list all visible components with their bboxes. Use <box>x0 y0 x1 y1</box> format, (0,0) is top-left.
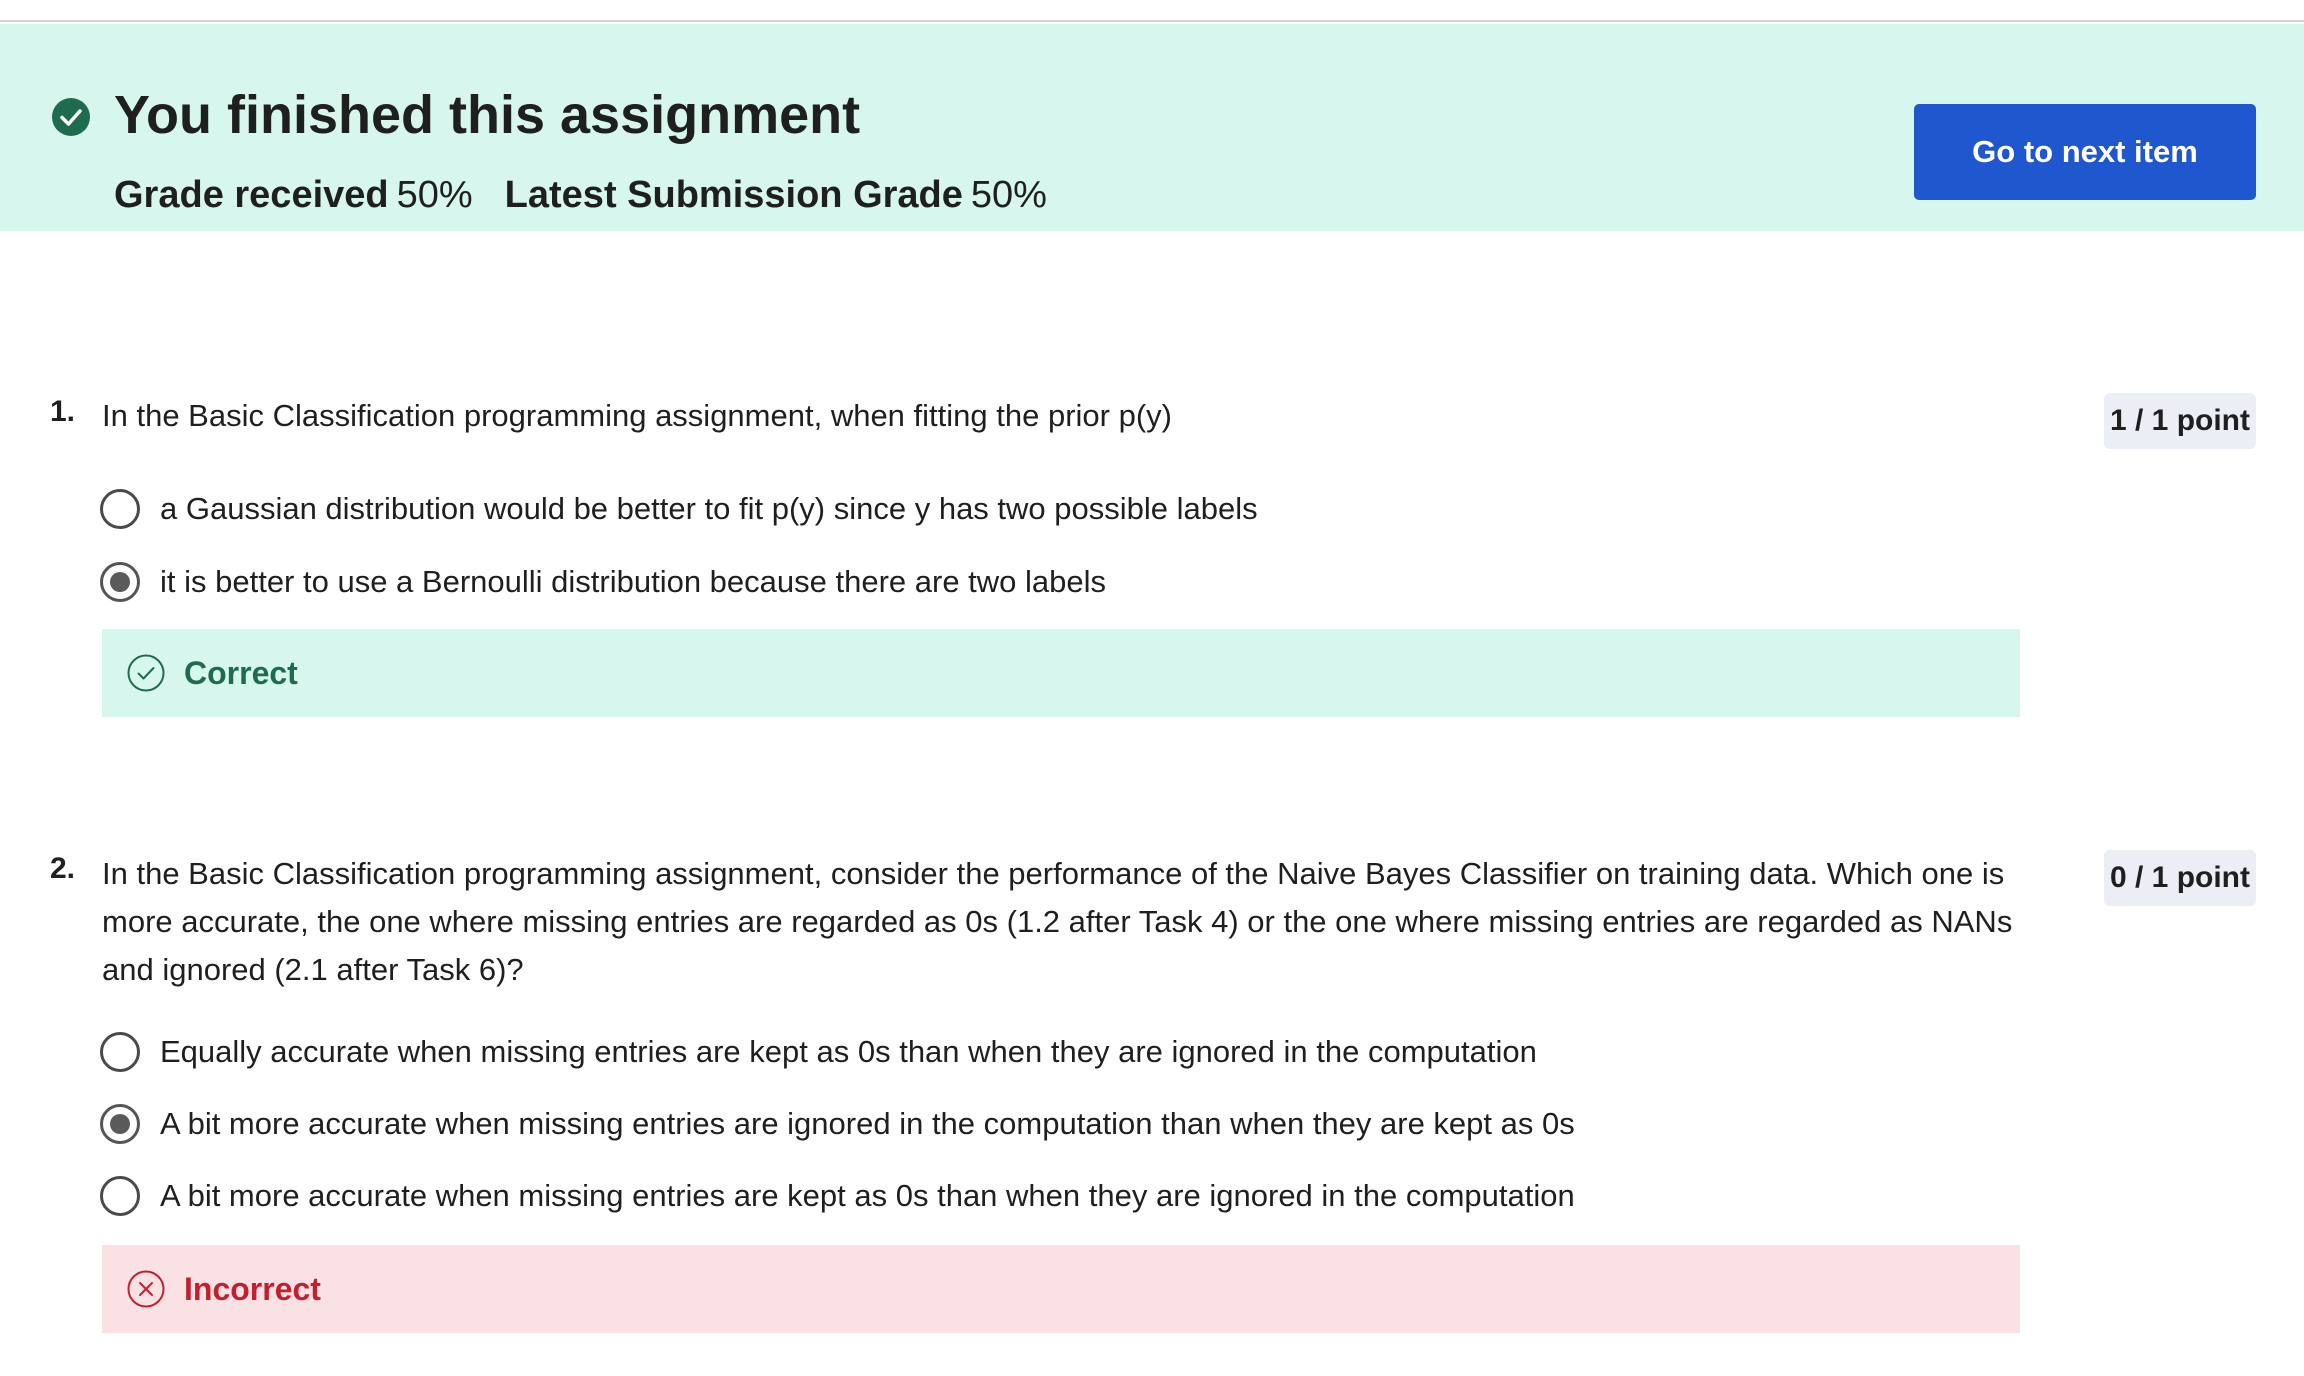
radio-button[interactable] <box>100 1032 140 1072</box>
latest-grade-label: Latest Submission Grade <box>504 174 963 216</box>
feedback-correct: Correct <box>102 629 2020 717</box>
answer-option[interactable]: a Gaussian distribution would be better … <box>100 485 1258 533</box>
option-label: A bit more accurate when missing entries… <box>160 1178 1575 1213</box>
answer-option[interactable]: A bit more accurate when missing entries… <box>100 1100 1575 1148</box>
option-label: a Gaussian distribution would be better … <box>160 491 1258 526</box>
top-divider <box>0 0 2304 22</box>
radio-button[interactable] <box>100 489 140 529</box>
feedback-label: Correct <box>184 654 298 691</box>
completion-banner: You finished this assignment Grade recei… <box>0 24 2304 231</box>
check-circle-outline-icon <box>127 654 165 692</box>
radio-button-selected[interactable] <box>100 562 140 602</box>
question-text: In the Basic Classification programming … <box>102 398 1172 433</box>
grade-received-label: Grade received <box>114 174 389 216</box>
grade-summary: Grade received 50% Latest Submission Grade… <box>114 174 1047 217</box>
radio-button-selected[interactable] <box>100 1104 140 1144</box>
points-badge: 0 / 1 point <box>2104 850 2256 906</box>
option-label: it is better to use a Bernoulli distribu… <box>160 564 1107 599</box>
question-text: In the Basic Classification programming … <box>102 856 2013 987</box>
answer-option[interactable]: Equally accurate when missing entries ar… <box>100 1028 1537 1076</box>
option-label: A bit more accurate when missing entries… <box>160 1106 1575 1141</box>
question-number: 1. <box>50 395 76 428</box>
x-circle-outline-icon <box>127 1270 165 1308</box>
feedback-label: Incorrect <box>184 1270 321 1307</box>
question-number: 2. <box>50 852 76 885</box>
latest-grade-value: 50% <box>970 174 1047 216</box>
page-title: You finished this assignment <box>114 85 861 145</box>
radio-button[interactable] <box>100 1176 140 1216</box>
grade-received-value: 50% <box>396 174 473 216</box>
points-badge: 1 / 1 point <box>2104 393 2256 449</box>
check-circle-icon <box>52 98 90 136</box>
go-to-next-item-button[interactable]: Go to next item <box>1914 104 2256 200</box>
feedback-incorrect: Incorrect <box>102 1245 2020 1333</box>
option-label: Equally accurate when missing entries ar… <box>160 1034 1537 1069</box>
answer-option[interactable]: it is better to use a Bernoulli distribu… <box>100 558 1106 606</box>
answer-option[interactable]: A bit more accurate when missing entries… <box>100 1172 1575 1220</box>
